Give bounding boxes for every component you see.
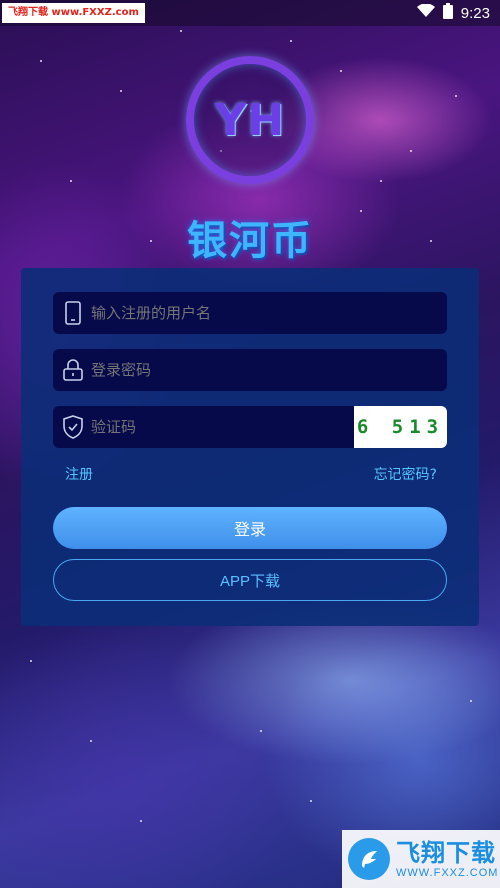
status-time: 9:23 — [460, 4, 490, 22]
site-watermark-bottom: 飞翔下载 WWW.FXXZ.COM — [342, 830, 500, 888]
password-field[interactable] — [53, 349, 447, 391]
app-logo-emblem: YH — [186, 56, 314, 184]
watermark-title: 飞翔下载 — [396, 839, 496, 867]
login-button[interactable]: 登录 — [53, 507, 447, 549]
lock-icon — [55, 349, 91, 391]
username-input[interactable] — [91, 304, 447, 322]
fxxz-logo-icon — [348, 838, 390, 880]
captcha-image[interactable]: 6 513 — [354, 406, 447, 448]
app-name: 银河币 — [187, 218, 313, 264]
shield-check-icon — [55, 406, 91, 448]
captcha-code: 6 513 — [356, 416, 445, 438]
logo-emblem-text: YH — [214, 94, 286, 146]
app-download-button[interactable]: APP下载 — [53, 559, 447, 601]
username-field[interactable] — [53, 292, 447, 334]
site-watermark: 飞翔下载 www.FXXZ.com — [2, 3, 145, 23]
status-bar: 飞翔下载 www.FXXZ.com 9:23 — [0, 0, 500, 26]
battery-icon — [442, 3, 453, 23]
password-input[interactable] — [91, 361, 447, 379]
watermark-url: WWW.FXXZ.COM — [396, 867, 499, 879]
register-link[interactable]: 注册 — [65, 464, 93, 484]
phone-icon — [55, 292, 91, 334]
wifi-icon — [416, 3, 435, 22]
login-card: 6 513 注册 忘记密码? 登录 APP下载 — [21, 268, 479, 626]
captcha-field[interactable]: 6 513 — [53, 406, 447, 448]
forgot-password-link[interactable]: 忘记密码? — [374, 464, 437, 484]
